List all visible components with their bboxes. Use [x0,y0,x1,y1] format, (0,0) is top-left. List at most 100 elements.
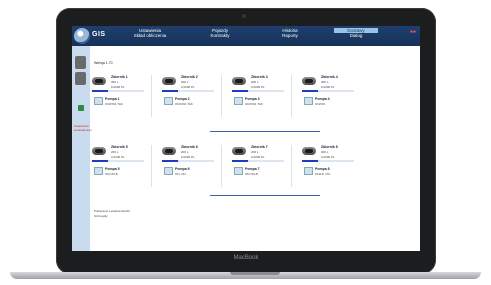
pump-sub: ON/ON1 TAK [175,102,193,106]
tank-title: Zbiornik 7 [251,145,268,149]
camera-dot [242,14,246,18]
pump-sub: SM ON B [245,172,258,176]
menu-settings[interactable]: Ustawienia Skład obliczenia [130,28,170,38]
tank-icon [302,77,316,85]
tank-fill [302,90,318,92]
tank-fill [162,160,178,162]
pump-icon [234,97,243,105]
tank-value: 0,0000 PL [181,155,195,159]
pump-sub: SM ON B [105,172,118,176]
globe-logo-icon [74,28,90,44]
tank-fill-bar [232,160,284,162]
tank-value: 0,0000 PL [321,85,335,89]
tank-card-5[interactable]: Zbiornik 5 200 L 0,0000 PL Pompa 5 SM ON… [92,145,152,185]
vertical-divider [291,75,292,117]
pump-title: Pompa 8 [315,167,330,171]
pump-title: Pompa 3 [245,97,260,101]
tank-icon [92,147,106,155]
tank-fill [162,90,178,92]
tank-fill-bar [232,90,284,92]
vertical-divider [151,75,152,117]
pump-icon [304,97,313,105]
tank-title: Zbiornik 4 [321,75,338,79]
legend-footer: Pobieranie Lewarka Zwolni Szczegóły [94,209,130,219]
tank-icon [302,147,316,155]
pump-icon [94,97,103,105]
pump-icon [164,97,173,105]
vertical-divider [151,145,152,187]
menu-deliveries[interactable]: Dostawy Dialog [334,28,378,38]
legend-row-1[interactable]: Pobieranie Lewarka Zwolni [94,209,130,213]
tank-card-6[interactable]: Zbiornik 6 200 L 0,0000 PL Pompa 6 ON, O… [162,145,222,185]
tank-capacity: 300 L [111,80,119,84]
tank-capacity: 300 L [321,150,329,154]
tank-card-2[interactable]: Zbiornik 2 200 L 0,0000 PL Pompa 2 ON/ON… [162,75,222,115]
menu-vehicles[interactable]: Pojazdy Kontrakty [200,28,240,38]
menu-item-contracts[interactable]: Kontrakty [200,33,240,38]
tank-title: Zbiornik 5 [111,145,128,149]
pump-title: Pompa 1 [105,97,120,101]
dashboard-content: Wersja 1.70 Zbiornik 1 300 L 0,0000 PL P… [92,49,416,249]
sidebar-alert-text[interactable]: Ustawienia powiadomień [74,124,92,132]
tank-capacity: 200 L [181,80,189,84]
vertical-divider [221,145,222,187]
pump-icon [234,167,243,175]
tank-icon [162,77,176,85]
app-screen: GIS Ustawienia Skład obliczenia Pojazdy … [72,26,420,251]
tank-icon [232,77,246,85]
tank-capacity: 200 L [251,150,259,154]
tank-title: Zbiornik 8 [321,145,338,149]
pump-title: Pompa 7 [245,167,260,171]
tank-card-3[interactable]: Zbiornik 3 200 L 0,0000 PL Pompa 3 ON/ON… [232,75,292,115]
pump-sub: ON/ON1 TAK [105,102,123,106]
tank-value: 0,0000 PL [111,155,125,159]
tank-fill [92,160,108,162]
tank-fill-bar [162,90,214,92]
tank-fill-bar [92,90,144,92]
pump-title: Pompa 2 [175,97,190,101]
menu-item-calculation[interactable]: Skład obliczenia [130,33,170,38]
app-logo-text: GIS [92,31,106,38]
pump-sub: ON/ON [315,102,325,106]
sidebar-device-button[interactable] [75,72,86,85]
tank-title: Zbiornik 3 [251,75,268,79]
user-status-icon[interactable]: ●● [410,29,416,35]
tank-title: Zbiornik 6 [181,145,198,149]
laptop-base [10,272,481,279]
tank-capacity: 200 L [111,150,119,154]
pump-sub: ON/ON1 TAK [245,102,263,106]
tank-card-8[interactable]: Zbiornik 8 300 L 0,0000 PL Pompa 8 ON/LP… [302,145,362,185]
tank-capacity: 200 L [251,80,259,84]
sidebar-tank-button[interactable] [75,56,86,69]
legend-row-2[interactable]: Szczegóły [94,214,130,218]
section-separator [210,131,320,132]
tank-fill [232,90,248,92]
pump-title: Pompa 4 [315,97,330,101]
tank-fill-bar [302,160,354,162]
tank-fill-bar [302,90,354,92]
tank-card-4[interactable]: Zbiornik 4 300 L 0,0000 PL Pompa 4 ON/ON [302,75,362,115]
pump-icon [164,167,173,175]
tank-card-7[interactable]: Zbiornik 7 200 L 0,0000 PL Pompa 7 SM ON… [232,145,292,185]
left-sidebar: Ustawienia powiadomień [72,46,92,251]
menu-item-reports[interactable]: Raporty [270,33,310,38]
tank-capacity: 200 L [181,150,189,154]
top-navigation: GIS Ustawienia Skład obliczenia Pojazdy … [72,26,420,46]
tank-icon [232,147,246,155]
tank-value: 0,0000 PL [251,85,265,89]
menu-history[interactable]: Historia Raporty [270,28,310,38]
pump-sub: ON/LP, ON [315,172,330,176]
version-label: Wersja 1.70 [94,61,113,65]
tank-value: 0,0000 PL [181,85,195,89]
menu-item-dialog[interactable]: Dialog [334,33,378,38]
tank-card-1[interactable]: Zbiornik 1 300 L 0,0000 PL Pompa 1 ON/ON… [92,75,152,115]
pump-icon [304,167,313,175]
tank-title: Zbiornik 1 [111,75,128,79]
pump-title: Pompa 6 [175,167,190,171]
tank-value: 0,0000 PL [111,85,125,89]
pump-title: Pompa 5 [105,167,120,171]
tank-fill-bar [162,160,214,162]
tank-value: 0,0000 PL [321,155,335,159]
tank-icon [162,147,176,155]
laptop-lid: GIS Ustawienia Skład obliczenia Pojazdy … [56,8,436,274]
